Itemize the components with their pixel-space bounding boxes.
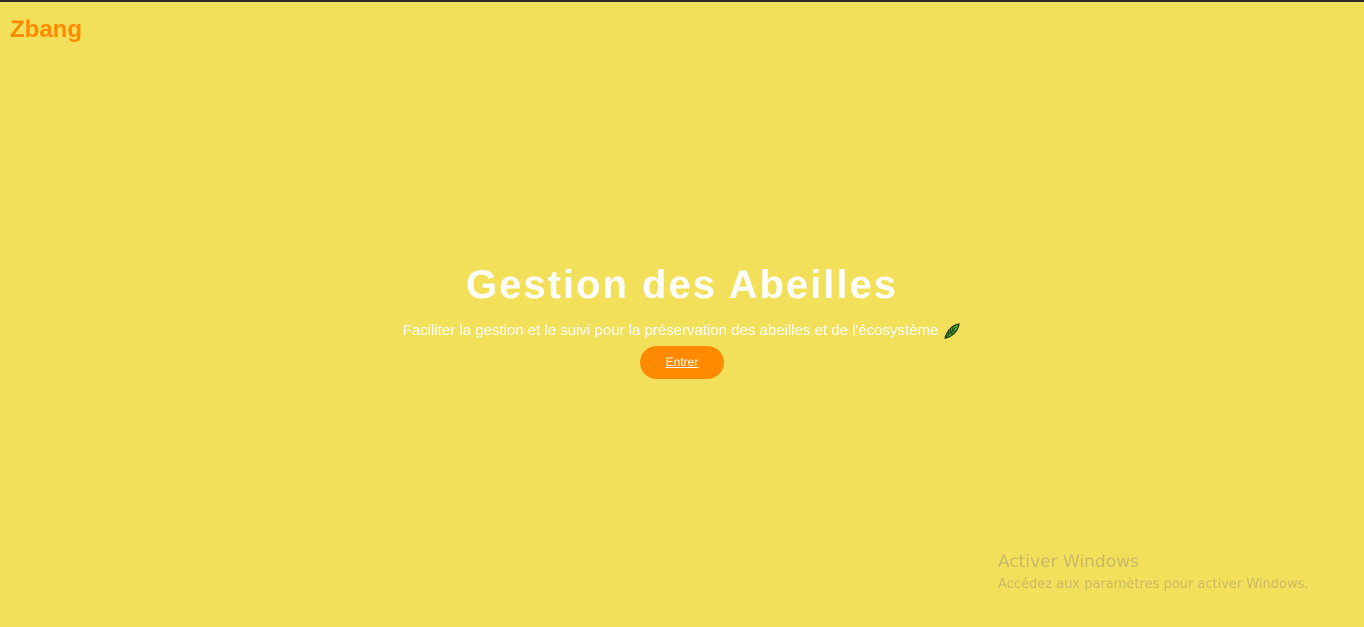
hero-title: Gestion des Abeilles [466,263,898,307]
hero-section: Gestion des Abeilles Faciliter la gestio… [0,262,1364,379]
windows-activation-watermark: Activer Windows Accédez aux paramètres p… [998,551,1309,595]
watermark-title: Activer Windows [998,552,1139,572]
watermark-subtitle: Accédez aux paramètres pour activer Wind… [998,577,1309,592]
hero-subtitle: Faciliter la gestion et le suivi pour la… [0,322,1364,340]
hero-subtitle-text: Faciliter la gestion et le suivi pour la… [402,322,939,339]
top-border [0,0,1364,2]
brand-logo[interactable]: Zbang [10,16,82,44]
enter-button[interactable]: Entrer [640,346,724,379]
leaf-icon [943,322,961,340]
